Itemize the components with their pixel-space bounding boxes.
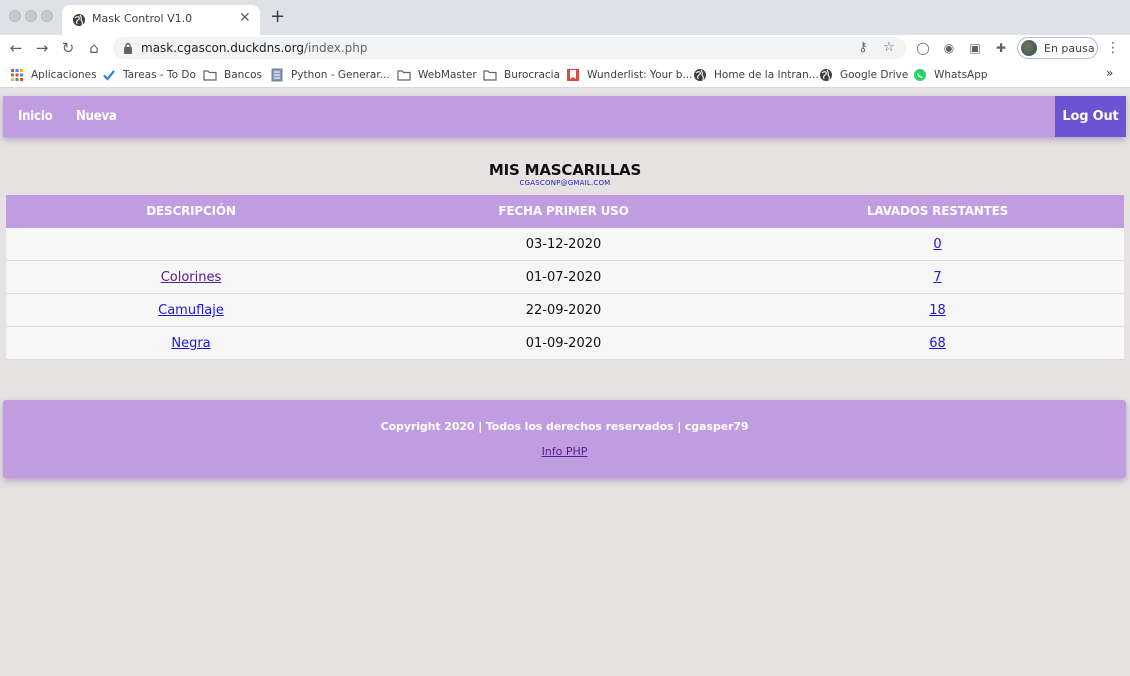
globe-icon [694,69,706,81]
globe-icon [73,14,85,26]
bookmarks-bar: Aplicaciones Tareas - To Do Bancos Pytho… [0,62,1130,88]
bookmark-aplicaciones[interactable]: Aplicaciones [10,67,97,83]
column-header-fecha: FECHA PRIMER USO [498,204,629,218]
document-icon [271,68,283,82]
cell-descripcion: Colorines [6,261,376,293]
nav-link-nueva[interactable]: Nueva [76,109,117,124]
mask-name-link[interactable]: Colorines [161,270,222,285]
tab-close-icon[interactable]: ✕ [239,10,251,26]
cell-lavados: 18 [751,294,1124,326]
bookmark-python[interactable]: Python - Generar... [270,67,390,83]
close-window-button[interactable] [9,10,21,22]
copyright-text: Copyright 2020 | Todos los derechos rese… [380,420,749,433]
table-row: Colorines 01-07-2020 7 [6,261,1124,294]
cell-fecha: 22-09-2020 [525,303,602,318]
avatar [1021,40,1037,56]
star-icon[interactable]: ☆ [881,40,897,56]
cell-fecha: 03-12-2020 [525,237,602,252]
profile-label: En pausa [1044,42,1095,55]
extension-shield-icon[interactable]: ▣ [967,40,983,56]
folder-icon [397,70,411,81]
key-icon[interactable]: ⚷ [855,40,871,56]
bookmark-wunderlist[interactable]: Wunderlist: Your b... [566,67,693,83]
bookmark-bancos[interactable]: Bancos [203,67,262,83]
back-arrow-icon[interactable]: ← [7,39,25,57]
bookmark-google-drive[interactable]: Google Drive [819,67,908,83]
cell-fecha: 01-07-2020 [525,270,602,285]
table-row: Camuflaje 22-09-2020 18 [6,294,1124,327]
cell-descripcion: Negra [6,327,376,359]
cell-lavados: 0 [751,228,1124,260]
tab-title: Mask Control V1.0 [92,12,193,25]
globe-icon [820,69,832,81]
logout-button[interactable]: Log Out [1055,96,1126,137]
washes-link[interactable]: 68 [929,336,946,351]
browser-toolbar: ← → ↻ ⌂ mask.cgascon.duckdns.org/index.p… [0,35,1130,62]
folder-icon [483,70,497,81]
whatsapp-icon [914,69,926,81]
cell-fecha: 01-09-2020 [525,336,602,351]
washes-link[interactable]: 18 [929,303,946,318]
footer-link-container: Info PHP [3,445,1126,458]
bookmark-webmaster[interactable]: WebMaster [397,67,477,83]
mask-name-link[interactable]: Negra [171,336,210,351]
nav-link-inicio[interactable]: Inicio [18,109,53,124]
table-row: Negra 01-09-2020 68 [6,327,1124,360]
reload-icon[interactable]: ↻ [59,39,77,57]
minimize-window-button[interactable] [25,10,37,22]
folder-icon [203,70,217,81]
new-tab-button[interactable]: + [270,7,285,27]
more-bookmarks-button[interactable]: » [1106,66,1113,80]
browser-tabstrip: Mask Control V1.0 ✕ + [0,0,1130,35]
top-navbar: Inicio Nueva Log Out [3,96,1126,137]
extension-eye-icon[interactable]: ◉ [941,40,957,56]
cell-descripcion [6,228,376,260]
mask-name-link[interactable]: Camuflaje [158,303,224,318]
column-header-lavados: LAVADOS RESTANTES [866,204,1009,218]
extensions-puzzle-icon[interactable]: ✚ [993,40,1009,56]
maximize-window-button[interactable] [41,10,53,22]
bookmark-intranet[interactable]: Home de la Intran... [693,67,819,83]
checkmark-icon [103,70,115,81]
wunderlist-icon [567,69,579,81]
browser-tab[interactable]: Mask Control V1.0 ✕ [62,5,260,35]
info-php-link[interactable]: Info PHP [542,445,588,458]
lock-icon [124,42,132,54]
masks-table: DESCRIPCIÓN FECHA PRIMER USO LAVADOS RES… [6,195,1124,360]
column-header-descripcion: DESCRIPCIÓN [146,204,236,218]
page-footer: Copyright 2020 | Todos los derechos rese… [3,400,1126,478]
browser-menu-icon[interactable]: ⋮ [1106,39,1120,57]
cell-lavados: 68 [751,327,1124,359]
home-icon[interactable]: ⌂ [85,39,103,57]
cell-lavados: 7 [751,261,1124,293]
apps-grid-icon [11,69,23,81]
user-email: CGASCONP@GMAIL.COM [519,179,611,187]
table-header: DESCRIPCIÓN FECHA PRIMER USO LAVADOS RES… [6,195,1124,228]
washes-link[interactable]: 7 [933,270,941,285]
bookmark-whatsapp[interactable]: WhatsApp [913,67,988,83]
extension-circle-icon[interactable]: ◯ [915,40,931,56]
bookmark-tareas[interactable]: Tareas - To Do [102,67,196,83]
cell-descripcion: Camuflaje [6,294,376,326]
washes-link[interactable]: 0 [933,237,941,252]
forward-arrow-icon[interactable]: → [33,39,51,57]
page-title: MIS MASCARILLAS [488,161,642,179]
bookmark-burocracia[interactable]: Burocracia [483,67,560,83]
address-bar[interactable]: mask.cgascon.duckdns.org/index.php ⚷ ☆ [113,37,906,59]
url-text: mask.cgascon.duckdns.org/index.php [141,41,368,55]
table-row: 03-12-2020 0 [6,228,1124,261]
profile-button[interactable]: En pausa [1017,37,1098,59]
